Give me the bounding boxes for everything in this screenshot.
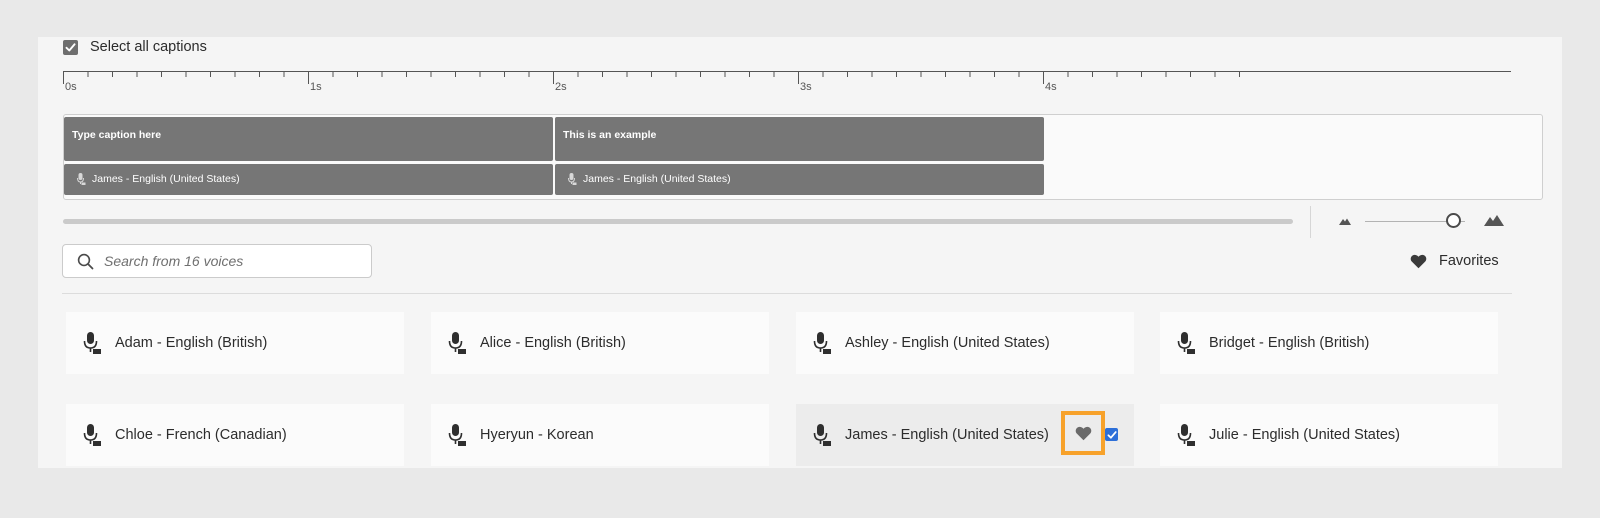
search-input[interactable]: [102, 252, 356, 270]
favorites-filter[interactable]: Favorites: [1410, 253, 1499, 269]
microphone-icon: [83, 332, 101, 354]
voice-card[interactable]: James - English (United States): [796, 404, 1134, 466]
zoom-in-mountain-icon[interactable]: [1483, 214, 1505, 227]
voice-name: Alice - English (British): [480, 335, 626, 351]
voice-card[interactable]: Bridget - English (British): [1160, 312, 1498, 374]
microphone-icon: [83, 424, 101, 446]
checkmark-icon: [1107, 430, 1117, 439]
caption-voice-name: James - English (United States): [583, 173, 731, 185]
microphone-icon: [568, 173, 577, 185]
divider: [1310, 206, 1311, 238]
voice-name: James - English (United States): [845, 427, 1049, 443]
search-icon: [77, 253, 94, 269]
select-all-checkbox[interactable]: [63, 39, 78, 55]
microphone-icon: [1177, 332, 1195, 354]
select-all-captions[interactable]: Select all captions: [63, 39, 207, 55]
voice-name: Ashley - English (United States): [845, 335, 1050, 351]
microphone-icon: [448, 424, 466, 446]
ruler-label-3s: 3s: [800, 81, 812, 93]
caption-voice-clip[interactable]: James - English (United States): [555, 164, 1044, 195]
favorites-label: Favorites: [1439, 253, 1499, 269]
microphone-icon: [813, 424, 831, 446]
ruler-label-1s: 1s: [310, 81, 322, 93]
voice-card[interactable]: Alice - English (British): [431, 312, 769, 374]
captions-panel: Select all captions 0s 1s 2s 3s 4s Type …: [38, 37, 1562, 468]
voice-search[interactable]: [62, 244, 372, 278]
voice-name: Julie - English (United States): [1209, 427, 1400, 443]
caption-text: Type caption here: [72, 129, 162, 141]
microphone-icon: [813, 332, 831, 354]
caption-clip[interactable]: This is an example: [555, 117, 1044, 161]
caption-text: This is an example: [563, 129, 657, 141]
voice-name: Bridget - English (British): [1209, 335, 1370, 351]
voice-card[interactable]: Adam - English (British): [66, 312, 404, 374]
caption-voice-name: James - English (United States): [92, 173, 240, 185]
divider: [62, 293, 1512, 294]
timeline-ruler[interactable]: 0s 1s 2s 3s 4s: [63, 69, 1541, 99]
ruler-label-0s: 0s: [65, 81, 77, 93]
voice-card[interactable]: Julie - English (United States): [1160, 404, 1498, 466]
voice-card[interactable]: Ashley - English (United States): [796, 312, 1134, 374]
voice-name: Adam - English (British): [115, 335, 268, 351]
voice-select-checkbox[interactable]: [1105, 428, 1118, 441]
microphone-icon: [77, 173, 86, 185]
voice-card[interactable]: Chloe - French (Canadian): [66, 404, 404, 466]
caption-voice-clip[interactable]: James - English (United States): [64, 164, 553, 195]
zoom-out-mountain-icon[interactable]: [1338, 216, 1352, 226]
microphone-icon: [1177, 424, 1195, 446]
favorite-toggle[interactable]: [1061, 411, 1105, 455]
checkmark-icon: [65, 42, 76, 51]
timeline-scrollbar[interactable]: [63, 219, 1293, 224]
ruler-label-4s: 4s: [1045, 81, 1057, 93]
heart-icon: [1410, 254, 1427, 268]
voice-card[interactable]: Hyeryun - Korean: [431, 404, 769, 466]
heart-icon: [1075, 426, 1091, 440]
ruler-label-2s: 2s: [555, 81, 567, 93]
caption-track: Type caption here This is an example Jam…: [63, 114, 1543, 200]
zoom-slider-handle[interactable]: [1446, 213, 1461, 228]
caption-clip[interactable]: Type caption here: [64, 117, 553, 161]
microphone-icon: [448, 332, 466, 354]
select-all-label: Select all captions: [90, 39, 207, 55]
voice-name: Hyeryun - Korean: [480, 427, 594, 443]
voice-name: Chloe - French (Canadian): [115, 427, 287, 443]
zoom-control[interactable]: [1338, 212, 1508, 232]
